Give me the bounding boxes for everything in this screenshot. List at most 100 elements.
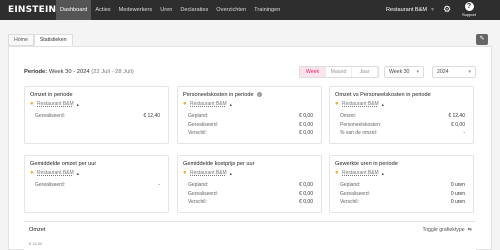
tab-statistieken[interactable]: Statistieken (33, 34, 73, 46)
map-pin-icon: ● (335, 101, 339, 107)
location-name: Restaurant B&M (37, 170, 74, 176)
caret-up-icon: ▲ (380, 170, 385, 176)
stat-label: Gepland: (340, 182, 361, 188)
caret-up-icon: ▲ (75, 101, 80, 107)
swap-icon: ⇆ (467, 227, 472, 233)
stat-row: Gepland: € 0,00 (188, 113, 313, 119)
location-selector[interactable]: ● Restaurant B&M ▲ (30, 170, 80, 176)
stat-label: Verschil: (188, 130, 207, 136)
card-title: Omzet in periode (30, 92, 73, 98)
week-button[interactable]: Week (300, 67, 326, 77)
caret-up-icon: ▲ (380, 101, 385, 107)
stat-value: 0 uren (450, 182, 465, 188)
stat-label: Verschil: (340, 199, 359, 205)
stat-value: € 12,40 (448, 113, 465, 119)
edit-icon[interactable]: ✎ (476, 34, 488, 45)
stat-value: € 0,00 (299, 199, 313, 205)
nav-overzichten[interactable]: Overzichten (212, 0, 250, 20)
stat-row: % van de omzet: - (340, 130, 465, 136)
nav-declaraties[interactable]: Declaraties (176, 0, 212, 20)
stat-row: Verschil: € 0,00 (188, 130, 313, 136)
location-name: Restaurant B&M (190, 101, 227, 107)
stat-card: Omzet in periode ● Restaurant B&M ▲ Gerealis… (24, 86, 169, 144)
jaar-button[interactable]: Jaar (352, 67, 378, 77)
stat-value: € 0,00 (299, 182, 313, 188)
stat-row: Gepland: € 0,00 (188, 182, 313, 188)
stat-value: - (463, 130, 465, 136)
restaurant-selector[interactable]: Restaurant B&M ▼ (386, 0, 435, 20)
stat-label: Gerealiseerd: (340, 191, 371, 197)
chart-title: Omzet (29, 227, 46, 233)
stat-value: - (158, 182, 160, 188)
stat-label: Gepland: (188, 113, 209, 119)
location-selector[interactable]: ● Restaurant B&M ▲ (183, 170, 233, 176)
stat-value: € 0,00 (451, 122, 465, 128)
nav-dashboard[interactable]: Dashboard (56, 0, 92, 20)
card-title: Gemiddelde kostprijs per uur (183, 161, 255, 167)
stat-label: Gerealiseerd: (35, 113, 66, 119)
year-select[interactable]: 2024 ▾ (432, 66, 476, 78)
y-axis-tick-label: € 14,00 (29, 241, 43, 246)
stat-row: Gerealiseerd: 0 uren (340, 191, 465, 197)
card-title: Gewerkte uren in periode (335, 161, 398, 167)
nav-acties[interactable]: Acties (91, 0, 114, 20)
period-label: Periode: Week 30 - 2024 (22 Juli - 28 Ju… (24, 69, 134, 75)
stat-label: Personeelskosten: (340, 122, 382, 128)
location-name: Restaurant B&M (190, 170, 227, 176)
stat-value: € 0,00 (299, 113, 313, 119)
map-pin-icon: ● (335, 170, 339, 176)
stat-label: Verschil: (188, 199, 207, 205)
stat-value: € 12,40 (143, 113, 160, 119)
gear-icon[interactable]: ⚙ (443, 5, 452, 14)
revenue-chart-card: Omzet Toggle grafiektype ⇆ € 14,00 (24, 221, 476, 250)
stat-row: Personeelskosten: € 0,00 (340, 122, 465, 128)
caret-up-icon: ▲ (75, 170, 80, 176)
stat-row: Gerealiseerd: € 0,00 (188, 191, 313, 197)
location-selector[interactable]: ● Restaurant B&M ▲ (335, 101, 385, 107)
location-selector[interactable]: ● Restaurant B&M ▲ (335, 170, 385, 176)
period-title: Periode: (24, 69, 48, 75)
card-title: Personeelskosten in periode i (183, 92, 262, 98)
card-title: Gemiddelde omzet per uur (30, 161, 97, 167)
stat-card: Omzet vs Personeelskosten in periode ● Res… (329, 86, 474, 144)
caret-up-icon: ▲ (228, 170, 233, 176)
nav-trainingen[interactable]: Trainingen (250, 0, 284, 20)
stat-label: Gerealiseerd: (35, 182, 66, 188)
map-pin-icon: ● (30, 170, 34, 176)
stat-row: Omzet: € 12,40 (340, 113, 465, 119)
chevron-down-icon: ▾ (468, 69, 471, 75)
stat-value: 0 uren (450, 191, 465, 197)
stat-card: Gemiddelde kostprijs per uur ● Restaurant … (177, 155, 322, 213)
caret-up-icon: ▲ (228, 101, 233, 107)
stat-row: Verschil: € 0,00 (188, 199, 313, 205)
help-icon: ? (464, 2, 474, 11)
year-select-value: 2024 (437, 69, 449, 75)
location-name: Restaurant B&M (342, 101, 379, 107)
maand-button[interactable]: Maand (326, 67, 352, 77)
stat-label: Omzet: (340, 113, 357, 119)
stat-row: Gepland: 0 uren (340, 182, 465, 188)
card-title: Omzet vs Personeelskosten in periode (335, 92, 431, 98)
week-select[interactable]: Week 30 ▾ (384, 66, 424, 78)
period-range: (22 Juli - 28 Juli) (91, 69, 134, 75)
stat-value: € 0,00 (299, 122, 313, 128)
app-logo[interactable]: EINSTEIN (0, 5, 56, 15)
location-selector[interactable]: ● Restaurant B&M ▲ (30, 101, 80, 107)
stat-value: € 0,00 (299, 130, 313, 136)
map-pin-icon: ● (183, 170, 187, 176)
nav-uren[interactable]: Uren (156, 0, 176, 20)
map-pin-icon: ● (183, 101, 187, 107)
stat-label: Gerealiseerd: (188, 122, 219, 128)
restaurant-name: Restaurant B&M (386, 7, 428, 13)
toggle-chart-type-button[interactable]: Toggle grafiektype ⇆ (423, 227, 472, 233)
location-name: Restaurant B&M (342, 170, 379, 176)
nav-medewerkers[interactable]: Medewerkers (115, 0, 157, 20)
period-type-toggle: Week Maand Jaar (299, 66, 379, 78)
tab-home[interactable]: Home (8, 34, 34, 46)
location-selector[interactable]: ● Restaurant B&M ▲ (183, 101, 233, 107)
toggle-chart-type-label: Toggle grafiektype (422, 227, 465, 233)
chevron-down-icon: ▾ (416, 69, 419, 75)
support-button[interactable]: ? Support (461, 2, 477, 17)
map-pin-icon: ● (30, 101, 34, 107)
info-icon[interactable]: i (256, 92, 262, 97)
